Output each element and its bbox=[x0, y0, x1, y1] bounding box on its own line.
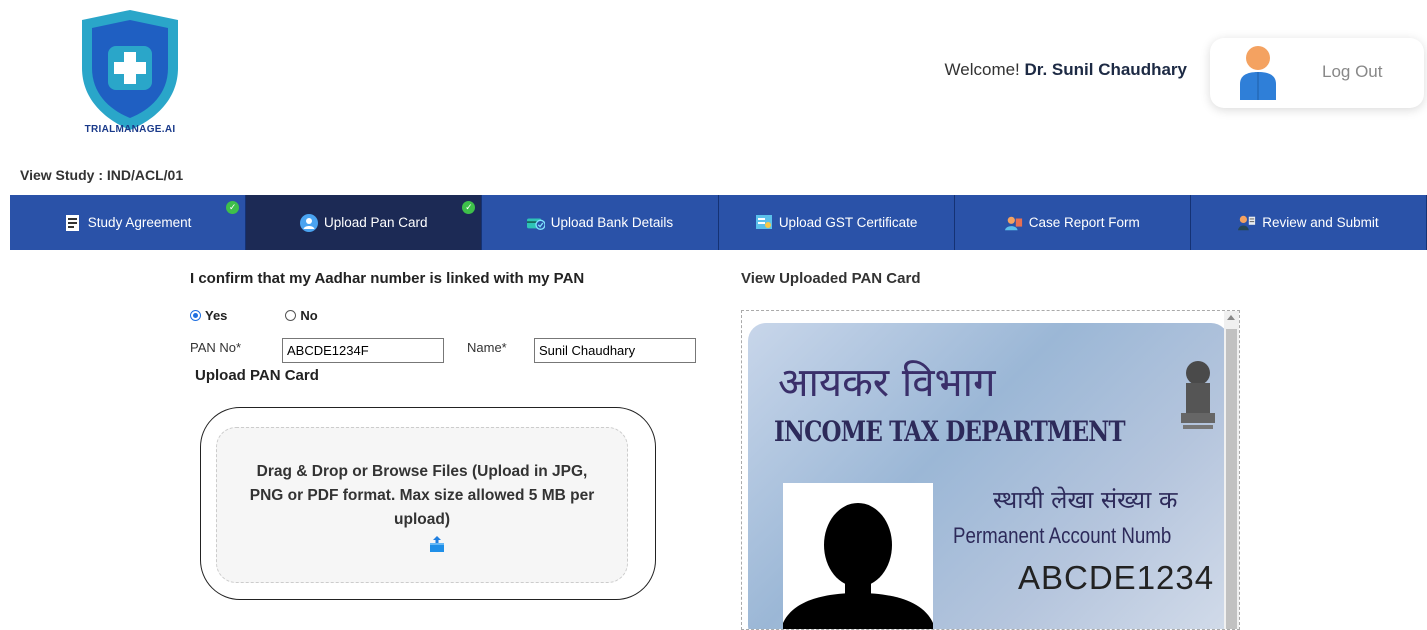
tab-label: Case Report Form bbox=[1028, 215, 1140, 230]
avatar-icon bbox=[1240, 46, 1276, 100]
review-icon bbox=[1238, 214, 1256, 232]
pan-preview-section: View Uploaded PAN Card आयकर विभाग INCOME… bbox=[741, 270, 1240, 630]
card-photo bbox=[783, 483, 933, 629]
tab-label: Upload Bank Details bbox=[550, 215, 674, 230]
certificate-icon bbox=[755, 214, 773, 232]
aadhar-confirm-radios: Yes No bbox=[190, 308, 376, 323]
agreement-icon bbox=[64, 214, 82, 232]
card-hindi-subtitle: स्थायी लेखा संख्या क bbox=[993, 486, 1178, 514]
scroll-up-icon[interactable] bbox=[1227, 315, 1235, 320]
pan-form: I confirm that my Aadhar number is linke… bbox=[190, 270, 710, 600]
radio-no-label: No bbox=[300, 308, 318, 323]
step-tabs: Study Agreement ✓ Upload Pan Card ✓ Uplo… bbox=[10, 195, 1427, 250]
completed-check-icon: ✓ bbox=[462, 201, 476, 214]
preview-scrollbar[interactable] bbox=[1224, 311, 1239, 629]
upload-dropzone: Drag & Drop or Browse Files (Upload in J… bbox=[200, 407, 656, 600]
pan-number-input[interactable] bbox=[282, 338, 444, 363]
tab-upload-bank-details[interactable]: Upload Bank Details bbox=[482, 195, 719, 250]
radio-yes-label: Yes bbox=[205, 308, 228, 323]
brand-name: TRIALMANAGE.AI bbox=[84, 124, 176, 135]
tab-upload-gst-certificate[interactable]: Upload GST Certificate bbox=[718, 195, 955, 250]
file-drop-area[interactable]: Drag & Drop or Browse Files (Upload in J… bbox=[216, 427, 628, 583]
pan-card-image: आयकर विभाग INCOME TAX DEPARTMENT स्थायी … bbox=[748, 323, 1229, 629]
card-hindi-title: आयकर विभाग bbox=[778, 360, 996, 406]
card-pan-number: ABCDE1234 bbox=[1018, 559, 1215, 596]
welcome-prefix: Welcome! bbox=[944, 60, 1020, 79]
shield-plus-logo-icon bbox=[82, 10, 178, 130]
radio-dot[interactable] bbox=[190, 310, 201, 321]
radio-no[interactable]: No bbox=[285, 308, 318, 323]
completed-check-icon: ✓ bbox=[226, 201, 240, 214]
radio-dot[interactable] bbox=[285, 310, 297, 321]
tab-study-agreement[interactable]: Study Agreement ✓ bbox=[10, 195, 247, 250]
tab-label: Study Agreement bbox=[87, 215, 192, 230]
pan-card-preview[interactable]: आयकर विभाग INCOME TAX DEPARTMENT स्थायी … bbox=[741, 310, 1240, 630]
tab-upload-pan-card[interactable]: Upload Pan Card ✓ bbox=[246, 195, 483, 250]
tab-case-report-form[interactable]: Case Report Form bbox=[954, 195, 1191, 250]
national-emblem-icon bbox=[1181, 361, 1215, 429]
doctor-report-icon bbox=[1004, 214, 1023, 232]
scroll-thumb[interactable] bbox=[1226, 329, 1237, 629]
radio-yes[interactable]: Yes bbox=[190, 308, 227, 323]
upload-pan-title: Upload PAN Card bbox=[195, 367, 319, 384]
welcome-message: Welcome! Dr. Sunil Chaudhary bbox=[945, 60, 1187, 80]
tab-label: Review and Submit bbox=[1262, 215, 1379, 230]
drop-instructions: Drag & Drop or Browse Files (Upload in J… bbox=[249, 463, 595, 528]
upload-icon[interactable] bbox=[430, 536, 444, 552]
tab-label: Upload Pan Card bbox=[323, 215, 428, 230]
aadhar-confirm-question: I confirm that my Aadhar number is linke… bbox=[190, 270, 585, 287]
user-name: Dr. Sunil Chaudhary bbox=[1024, 60, 1187, 79]
card-department: INCOME TAX DEPARTMENT bbox=[774, 415, 1126, 448]
name-input[interactable] bbox=[534, 338, 696, 363]
tab-label: Upload GST Certificate bbox=[778, 215, 918, 230]
tab-review-and-submit[interactable]: Review and Submit bbox=[1190, 195, 1427, 250]
preview-title: View Uploaded PAN Card bbox=[741, 270, 921, 287]
user-circle-icon bbox=[299, 213, 318, 232]
bank-card-icon bbox=[526, 214, 545, 232]
logout-button[interactable]: Log Out bbox=[1322, 62, 1383, 82]
pan-number-label: PAN No* bbox=[190, 340, 242, 355]
person-silhouette-icon bbox=[783, 503, 933, 629]
header: TRIALMANAGE.AI Welcome! Dr. Sunil Chaudh… bbox=[0, 0, 1427, 150]
card-pan-label: Permanent Account Numb bbox=[953, 523, 1172, 548]
user-card: Log Out bbox=[1210, 38, 1424, 108]
page-title: View Study : IND/ACL/01 bbox=[20, 167, 184, 183]
name-label: Name* bbox=[467, 340, 507, 355]
